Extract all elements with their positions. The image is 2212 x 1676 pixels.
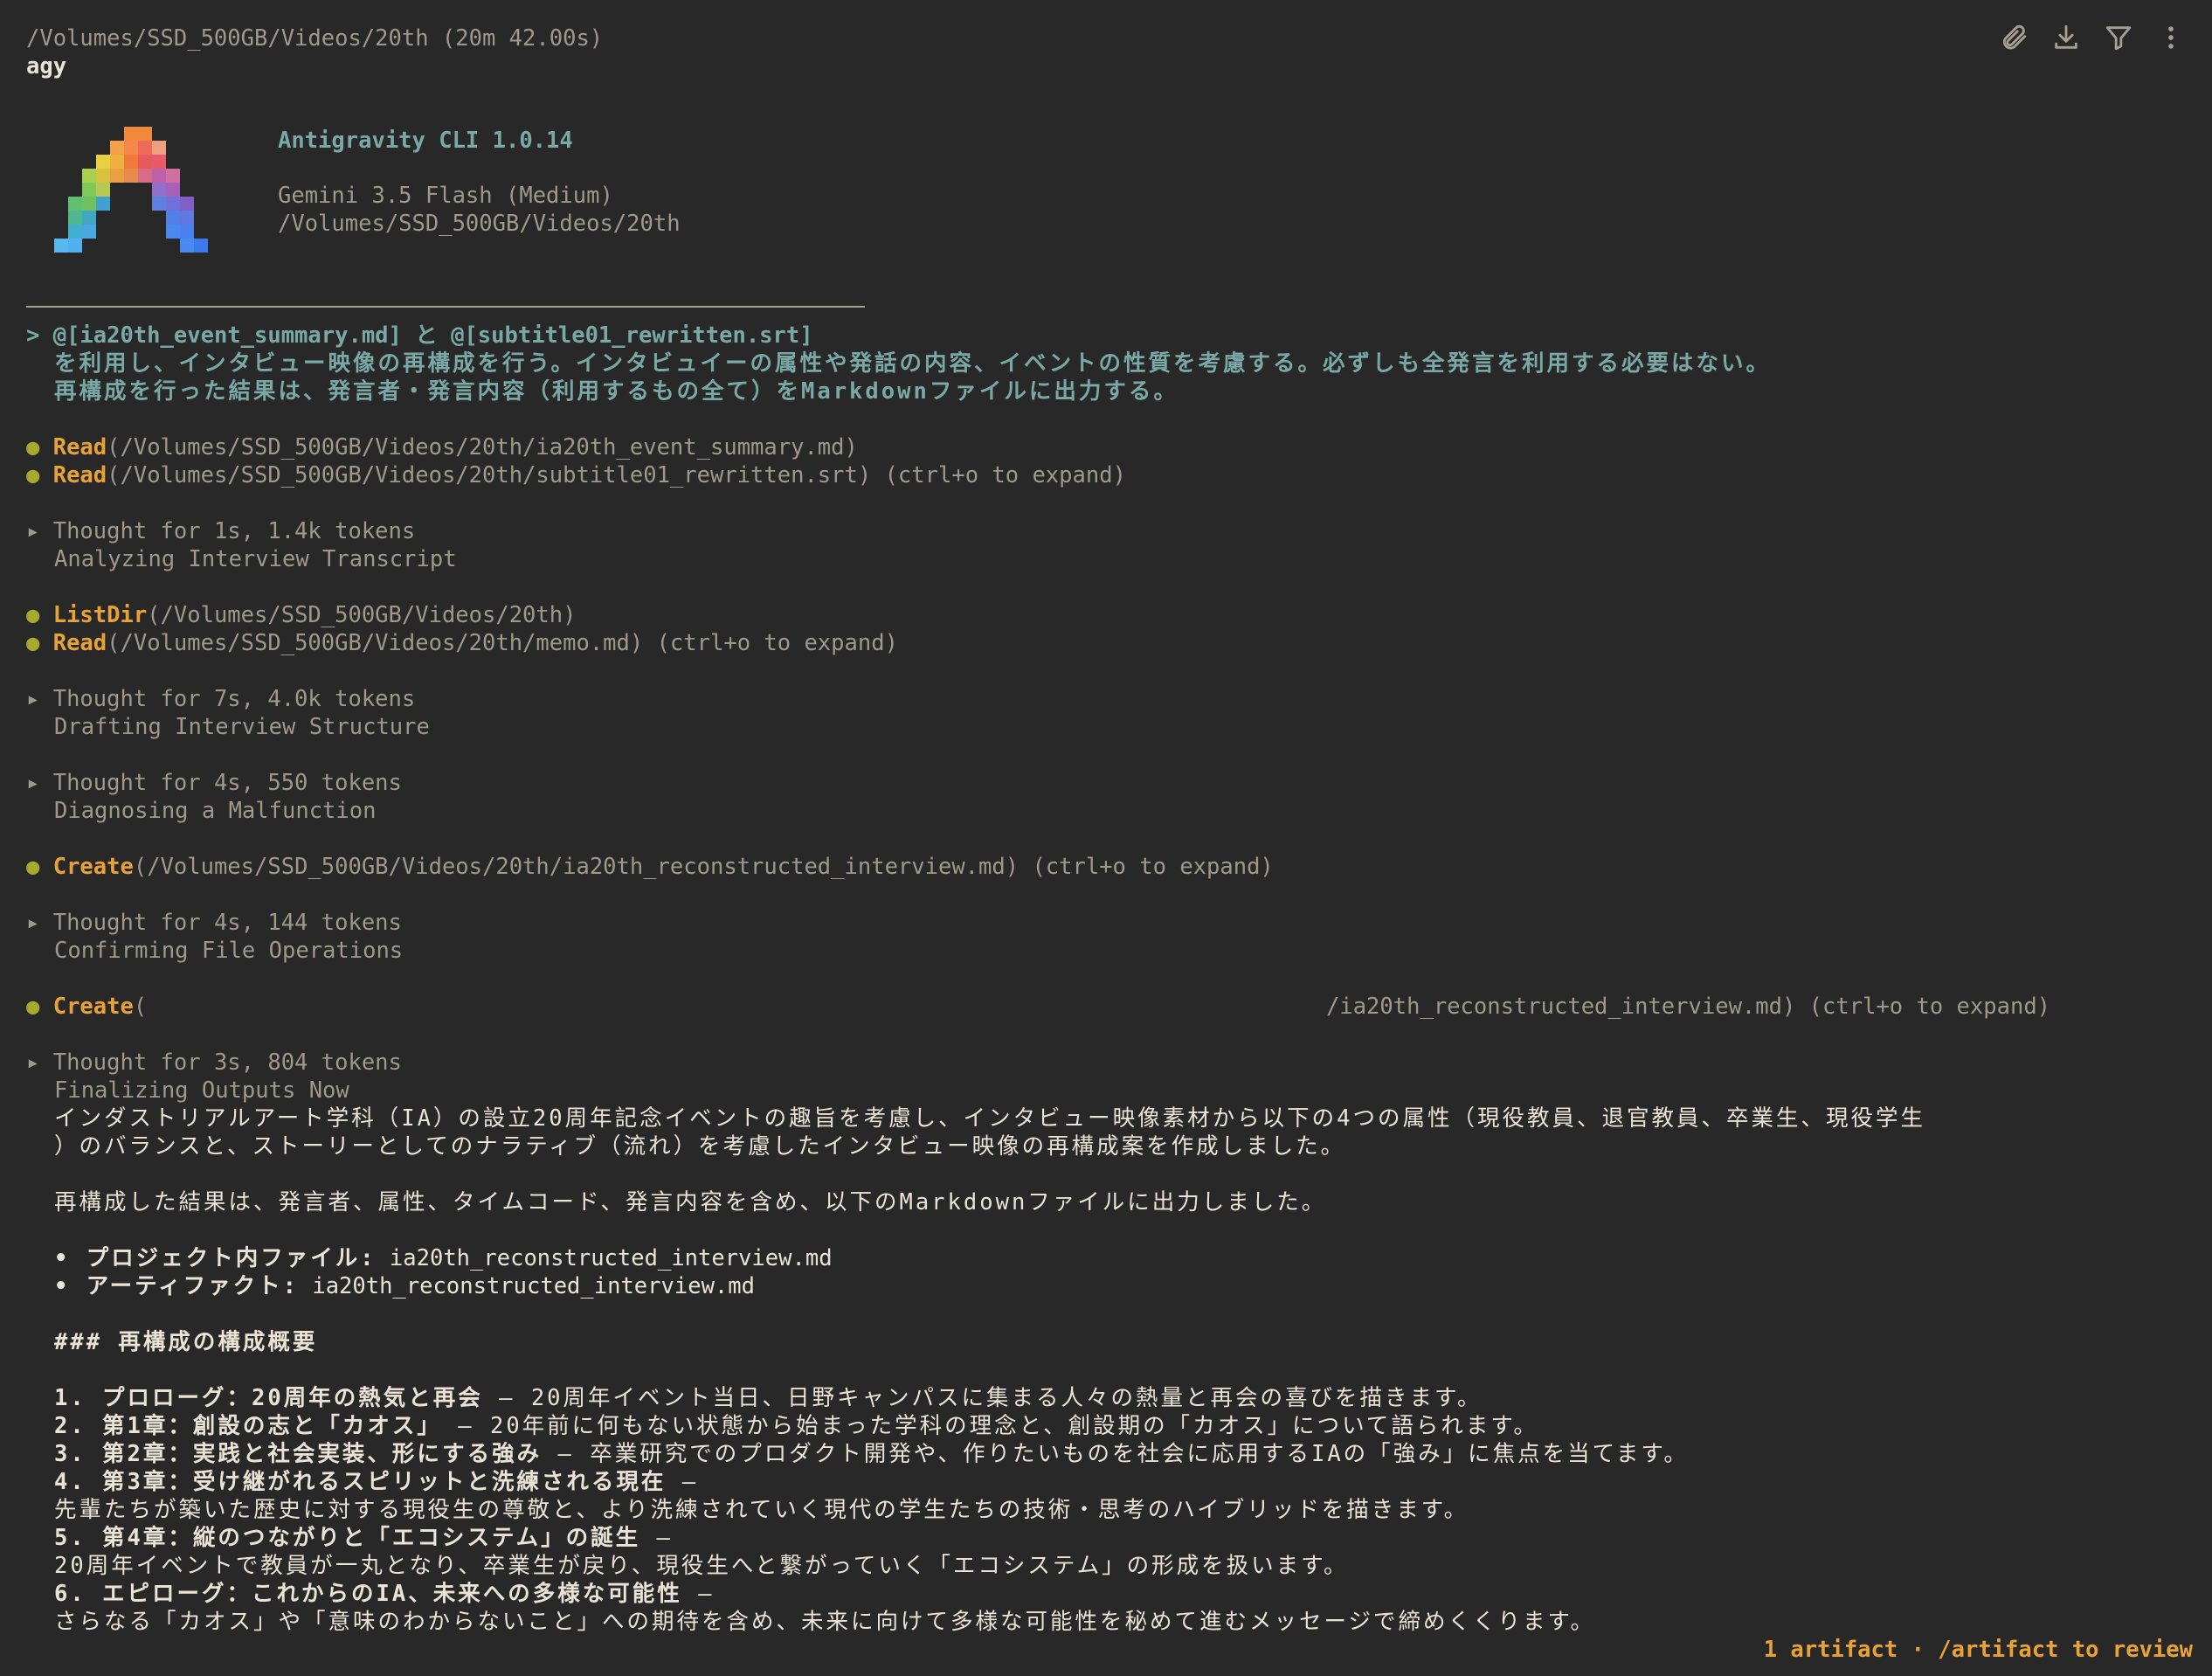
list-item: 4. 第3章：受け継がれるスピリットと洗練される現在 — (54, 1468, 698, 1496)
thought-title: Confirming File Operations (54, 938, 404, 964)
thought-summary-text: Thought for 4s, 550 tokens (52, 770, 402, 796)
session-title: agy (26, 53, 67, 80)
more-vertical-icon[interactable] (2156, 23, 2186, 52)
bullet-icon: ● (26, 994, 40, 1020)
list-item-desc: — (666, 1469, 699, 1495)
list-item-continuation: 先輩たちが築いた歴史に対する現役生の尊敬と、より洗練されていく現代の学生たちの技… (54, 1497, 1469, 1523)
filter-icon[interactable] (2104, 23, 2133, 52)
tool-name: Read (52, 630, 107, 656)
tool-name: Create (52, 854, 134, 880)
tool-args: (/Volumes/SSD_500GB/Videos/20th/ia20th_e… (107, 434, 858, 461)
tool-args-rest: /ia20th_reconstructed_interview.md) (ctr… (1326, 994, 2051, 1020)
expand-triangle-icon[interactable]: ▸ (26, 1049, 39, 1076)
response-paragraph-2: 再構成した結果は、発言者、属性、タイムコード、発言内容を含め、以下のMarkdo… (54, 1189, 1327, 1215)
response-paragraph-1-cont: ）のバランスと、ストーリーとしてのナラティブ（流れ）を考慮したインタビュー映像の… (54, 1133, 1346, 1160)
list-item-desc: — (640, 1525, 673, 1551)
expand-triangle-icon[interactable]: ▸ (26, 518, 39, 544)
toolbar (1999, 23, 2186, 52)
thought-summary-text: Thought for 4s, 144 tokens (52, 910, 402, 936)
bullet-icon: ● (26, 630, 40, 656)
thought-summary[interactable]: ▸ Thought for 3s, 804 tokens (26, 1049, 402, 1077)
list-item-desc: — (681, 1581, 715, 1607)
thought-summary-text: Thought for 3s, 804 tokens (52, 1049, 402, 1076)
tool-call-read-1[interactable]: ● Read(/Volumes/SSD_500GB/Videos/20th/ia… (26, 433, 858, 461)
list-item: 3. 第2章：実践と社会実装、形にする強み — 卒業研究でのプロダクト開発や、作… (54, 1440, 1689, 1468)
expand-triangle-icon[interactable]: ▸ (26, 910, 39, 936)
working-directory: /Volumes/SSD_500GB/Videos/20th (278, 211, 681, 237)
expand-triangle-icon[interactable]: ▸ (26, 686, 39, 712)
thought-title: Diagnosing a Malfunction (54, 798, 377, 824)
list-item: 6. エピローグ：これからのIA、未来への多様な可能性 — (54, 1580, 714, 1608)
bullet-icon: ● (26, 434, 40, 461)
file-list-item: • アーティファクト: ia20th_reconstructed_intervi… (54, 1272, 755, 1300)
expand-triangle-icon[interactable]: ▸ (26, 770, 39, 796)
tool-call-create-2[interactable]: ● Create( (26, 993, 147, 1021)
list-item-title: 4. 第3章：受け継がれるスピリットと洗練される現在 (54, 1469, 667, 1495)
thought-title: Finalizing Outputs Now (54, 1077, 349, 1104)
tool-args: (/Volumes/SSD_500GB/Videos/20th/ia20th_r… (133, 854, 1274, 880)
file-value[interactable]: ia20th_reconstructed_interview.md (299, 1273, 755, 1299)
file-label: • プロジェクト内ファイル: (54, 1245, 377, 1271)
list-item-title: 6. エピローグ：これからのIA、未来への多様な可能性 (54, 1581, 682, 1607)
tool-call-read-2[interactable]: ● Read(/Volumes/SSD_500GB/Videos/20th/su… (26, 461, 1126, 489)
tool-name: ListDir (52, 602, 148, 628)
file-list-item: • プロジェクト内ファイル: ia20th_reconstructed_inte… (54, 1244, 833, 1272)
list-item-title: 3. 第2章：実践と社会実装、形にする強み (54, 1441, 543, 1467)
thought-summary-text: Thought for 1s, 1.4k tokens (52, 518, 416, 544)
prompt-line-3: 再構成を行った結果は、発言者・発言内容（利用するもの全て）をMarkdownファ… (54, 378, 1179, 405)
list-item: 1. プロローグ：20周年の熱気と再会 — 20周年イベント当日、日野キャンパス… (54, 1384, 1482, 1412)
divider (26, 306, 865, 308)
tool-args: (/Volumes/SSD_500GB/Videos/20th/subtitle… (107, 462, 1126, 488)
list-item-title: 2. 第1章：創設の志と「カオス」 (54, 1413, 442, 1439)
tool-call-read-3[interactable]: ● Read(/Volumes/SSD_500GB/Videos/20th/me… (26, 629, 898, 657)
tool-args: (/Volumes/SSD_500GB/Videos/20th) (147, 602, 577, 628)
thought-summary[interactable]: ▸ Thought for 1s, 1.4k tokens (26, 517, 415, 545)
bullet-icon: ● (26, 462, 40, 488)
bullet-icon: ● (26, 602, 40, 628)
paperclip-icon[interactable] (1999, 23, 2029, 52)
file-value[interactable]: ia20th_reconstructed_interview.md (377, 1245, 833, 1271)
download-icon[interactable] (2051, 23, 2081, 52)
thought-title: Drafting Interview Structure (54, 714, 430, 740)
list-item-continuation: さらなる「カオス」や「意味のわからないこと」への期待を含め、未来に向けて多様な可… (54, 1609, 1595, 1635)
tool-name: Read (52, 434, 107, 461)
prompt-marker: > (26, 322, 40, 349)
response-paragraph-1: インダストリアルアート学科（IA）の設立20周年記念イベントの趣旨を考慮し、イン… (54, 1105, 1925, 1132)
list-item-continuation: 20周年イベントで教員が一丸となり、卒業生が戻り、現役生へと繋がっていく「エコシ… (54, 1553, 1349, 1579)
tool-call-listdir[interactable]: ● ListDir(/Volumes/SSD_500GB/Videos/20th… (26, 601, 576, 629)
thought-summary[interactable]: ▸ Thought for 7s, 4.0k tokens (26, 685, 415, 713)
model-name: Gemini 3.5 Flash (Medium) (278, 183, 613, 209)
prompt-line-1: > @[ia20th_event_summary.md] と @[subtitl… (26, 322, 813, 350)
list-item-desc: — 20年前に何もない状態から始まった学科の理念と、創設期の「カオス」について語… (441, 1413, 1538, 1439)
antigravity-logo-icon (54, 127, 208, 253)
tool-name: Create (52, 994, 134, 1020)
thought-summary[interactable]: ▸ Thought for 4s, 550 tokens (26, 769, 402, 797)
tool-name: Read (52, 462, 107, 488)
tool-args-open: ( (133, 994, 148, 1020)
bullet-icon: ● (26, 854, 40, 880)
thought-summary-text: Thought for 7s, 4.0k tokens (52, 686, 416, 712)
list-item: 5. 第4章：縦のつながりと「エコシステム」の誕生 — (54, 1524, 673, 1552)
artifact-status[interactable]: 1 artifact · /artifact to review (1764, 1636, 2193, 1664)
thought-summary[interactable]: ▸ Thought for 4s, 144 tokens (26, 909, 402, 937)
list-item-title: 1. プロローグ：20周年の熱気と再会 (54, 1385, 483, 1411)
tool-call-create-1[interactable]: ● Create(/Volumes/SSD_500GB/Videos/20th/… (26, 853, 1274, 881)
prompt-text-1: @[ia20th_event_summary.md] と @[subtitle0… (52, 322, 813, 349)
list-item-desc: — 卒業研究でのプロダクト開発や、作りたいものを社会に応用するIAの「強み」に焦… (542, 1441, 1689, 1467)
list-item: 2. 第1章：創設の志と「カオス」 — 20年前に何もない状態から始まった学科の… (54, 1412, 1538, 1440)
file-label: • アーティファクト: (54, 1273, 299, 1299)
section-heading: ### 再構成の構成概要 (54, 1329, 318, 1355)
list-item-title: 5. 第4章：縦のつながりと「エコシステム」の誕生 (54, 1525, 641, 1551)
list-item-desc: — 20周年イベント当日、日野キャンパスに集まる人々の熱量と再会の喜びを描きます… (482, 1385, 1483, 1411)
prompt-line-2: を利用し、インタビュー映像の再構成を行う。インタビュイーの属性や発話の内容、イベ… (54, 350, 1771, 377)
thought-title: Analyzing Interview Transcript (54, 546, 457, 572)
app-name: Antigravity CLI 1.0.14 (278, 128, 573, 154)
session-path: /Volumes/SSD_500GB/Videos/20th (20m 42.0… (26, 25, 604, 52)
tool-args: (/Volumes/SSD_500GB/Videos/20th/memo.md)… (107, 630, 898, 656)
